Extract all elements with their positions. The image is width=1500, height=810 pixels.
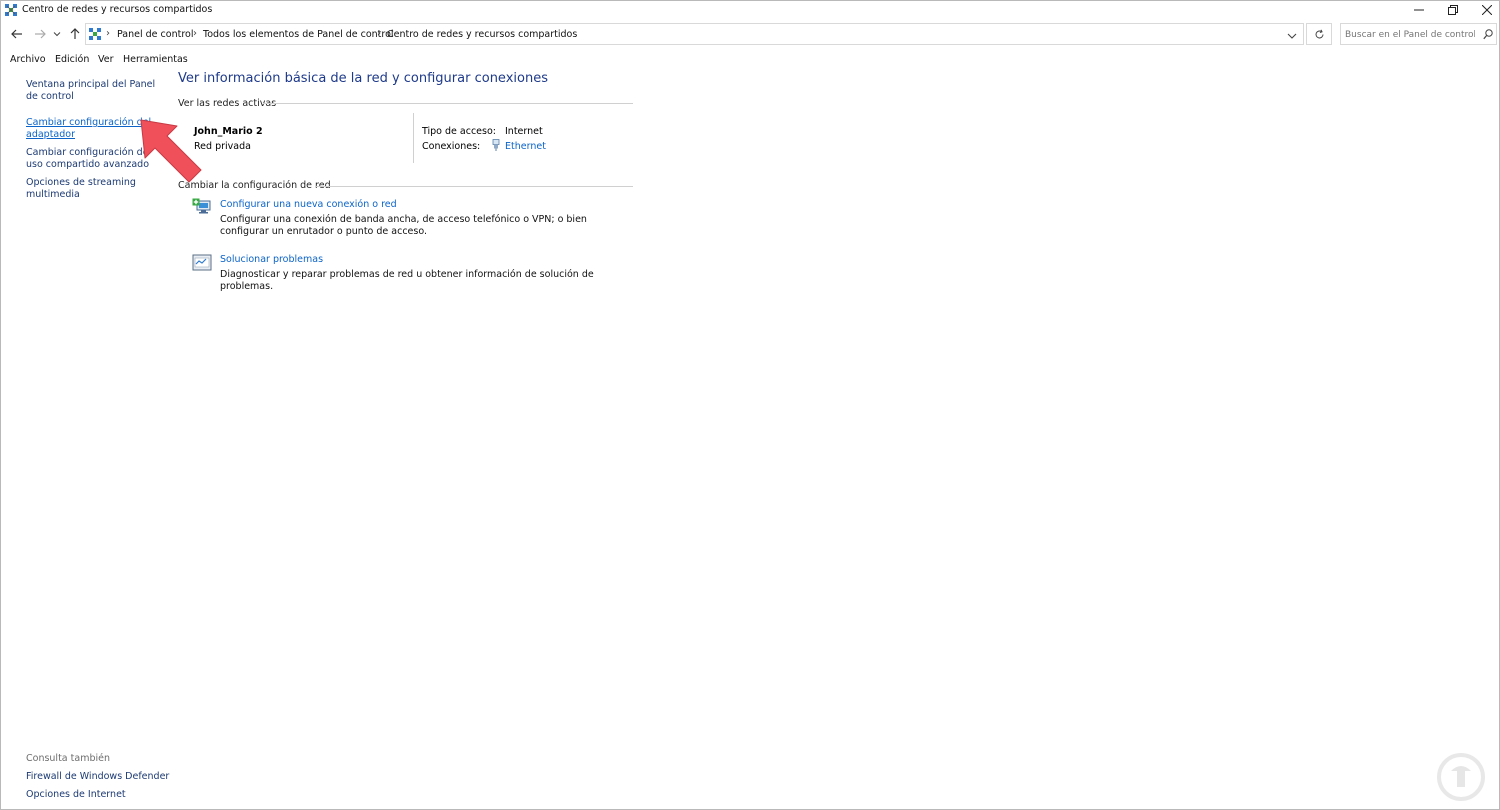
ethernet-connection-link[interactable]: Ethernet — [505, 141, 546, 152]
chevron-down-icon — [53, 32, 61, 37]
menu-herramientas[interactable]: Herramientas — [123, 54, 188, 65]
breadcrumb-separator-icon: › — [106, 28, 110, 39]
troubleshoot-link[interactable]: Solucionar problemas — [220, 254, 323, 265]
back-button[interactable] — [9, 26, 25, 42]
title-bar: Centro de redes y recursos compartidos — [1, 1, 1499, 20]
network-divider — [413, 113, 414, 163]
setup-new-connection-link[interactable]: Configurar una nueva conexión o red — [220, 199, 397, 210]
minimize-button[interactable] — [1403, 1, 1435, 19]
search-input[interactable] — [1345, 27, 1475, 42]
refresh-button[interactable] — [1306, 23, 1332, 45]
section-divider — [263, 103, 633, 104]
troubleshoot-icon — [192, 254, 212, 271]
access-type-value: Internet — [505, 126, 543, 137]
troubleshoot-description: Diagnosticar y reparar problemas de red … — [220, 269, 594, 292]
minimize-icon — [1414, 9, 1424, 11]
up-button[interactable] — [67, 26, 83, 42]
page-title: Ver información básica de la red y confi… — [178, 71, 548, 86]
address-row: › Panel de control › Todos los elementos… — [1, 22, 1499, 48]
menu-archivo[interactable]: Archivo — [10, 54, 46, 65]
setup-new-connection-description: Configurar una conexión de banda ancha, … — [220, 214, 587, 237]
address-bar[interactable]: › Panel de control › Todos los elementos… — [85, 23, 1304, 45]
ethernet-icon — [492, 139, 500, 151]
red-arrow-annotation-icon — [140, 119, 202, 183]
breadcrumb-separator-icon: › — [377, 28, 381, 39]
see-also-internet-options-link[interactable]: Opciones de Internet — [26, 789, 126, 800]
restore-button[interactable] — [1437, 1, 1469, 19]
access-type-label: Tipo de acceso: — [422, 126, 496, 137]
see-also-firewall-link[interactable]: Firewall de Windows Defender — [26, 771, 169, 782]
see-also-heading: Consulta también — [26, 753, 110, 764]
breadcrumb-centro-de-redes[interactable]: Centro de redes y recursos compartidos — [387, 29, 577, 40]
breadcrumb-todos-los-elementos[interactable]: Todos los elementos de Panel de control — [203, 29, 394, 40]
search-icon[interactable] — [1483, 29, 1493, 40]
search-box[interactable] — [1340, 23, 1497, 45]
forward-arrow-icon — [35, 29, 46, 39]
new-connection-icon — [192, 198, 211, 214]
sidebar-item-ventana-principal[interactable]: Ventana principal del Panel de control — [26, 79, 161, 103]
recent-locations-button[interactable] — [51, 26, 63, 42]
active-networks-heading: Ver las redes activas — [178, 98, 277, 109]
breadcrumb-separator-icon: › — [193, 28, 197, 39]
menu-ver[interactable]: Ver — [98, 54, 114, 65]
watermark-logo-icon — [1437, 753, 1485, 801]
network-center-icon — [5, 4, 17, 16]
restore-icon — [1448, 5, 1458, 15]
address-history-chevron-icon[interactable] — [1285, 29, 1299, 43]
window-title: Centro de redes y recursos compartidos — [22, 4, 213, 15]
control-panel-window: Centro de redes y recursos compartidos ›… — [0, 0, 1500, 810]
close-button[interactable] — [1471, 1, 1500, 19]
section-divider — [315, 186, 633, 187]
connections-label: Conexiones: — [422, 141, 481, 152]
menu-bar: Archivo Edición Ver Herramientas — [1, 52, 1499, 68]
close-icon — [1482, 5, 1492, 15]
menu-edicion[interactable]: Edición — [55, 54, 89, 65]
forward-button[interactable] — [32, 26, 48, 42]
breadcrumb-panel-de-control[interactable]: Panel de control — [117, 29, 193, 40]
back-arrow-icon — [11, 29, 22, 39]
up-arrow-icon — [70, 28, 80, 39]
refresh-icon — [1315, 29, 1323, 38]
control-panel-icon — [89, 28, 101, 40]
